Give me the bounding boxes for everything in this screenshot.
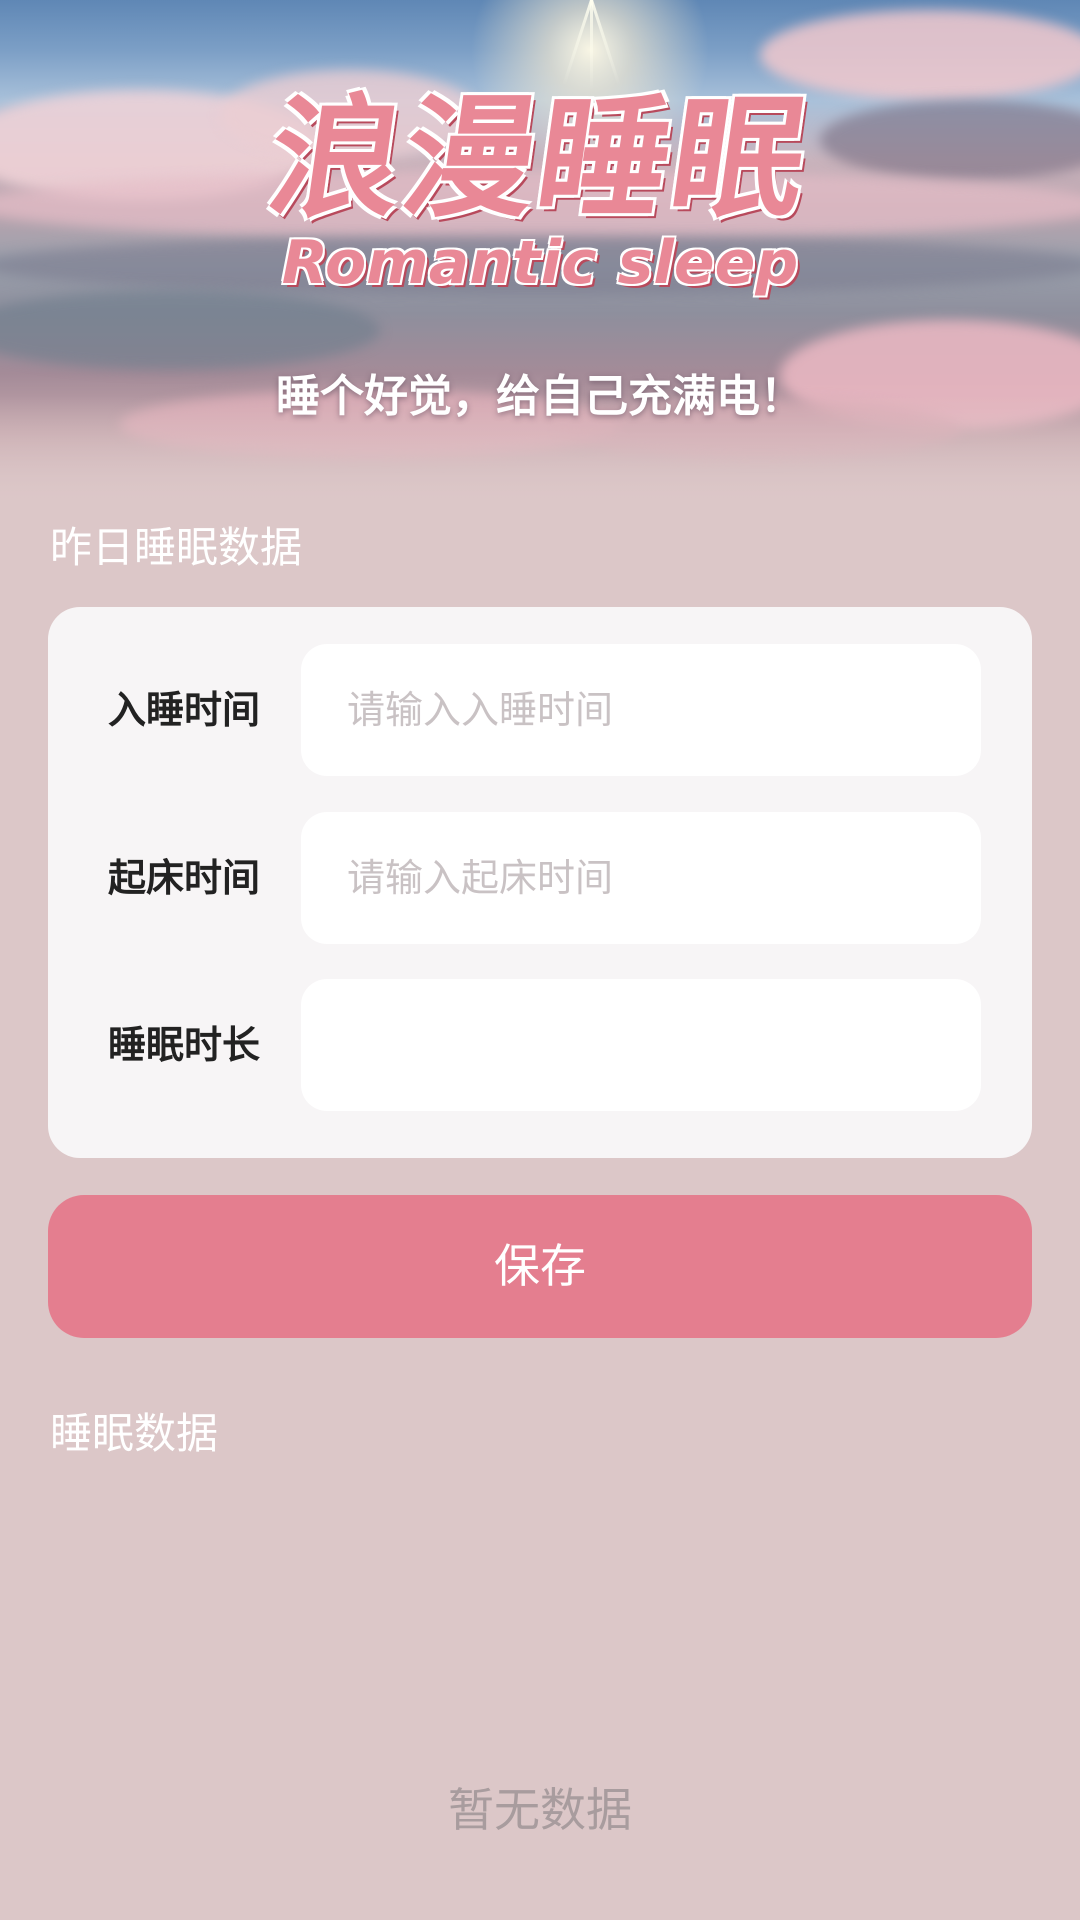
wake-time-input[interactable] — [301, 812, 981, 944]
wake-time-label: 起床时间 — [108, 856, 261, 900]
app-page: 浪漫睡眠 Romantic sleep 睡个好觉，给自己充满电！ 昨日睡眠数据 … — [0, 0, 1080, 1920]
slogan-text: 睡个好觉，给自己充满电！ — [276, 371, 804, 422]
sleep-duration-input[interactable] — [301, 979, 981, 1111]
sleep-form-card: 入睡时间 起床时间 睡眠时长 — [48, 607, 1032, 1158]
sleep-time-label: 入睡时间 — [108, 688, 261, 732]
hero-banner: 浪漫睡眠 Romantic sleep 睡个好觉，给自己充满电！ — [0, 0, 1080, 505]
empty-state-text: 暂无数据 — [448, 1783, 632, 1837]
wake-time-row: 起床时间 — [48, 812, 1032, 944]
sleep-time-input[interactable] — [301, 644, 981, 776]
yesterday-section-title: 昨日睡眠数据 — [50, 523, 303, 572]
app-title: 浪漫睡眠 — [259, 82, 818, 236]
sleep-duration-label: 睡眠时长 — [108, 1023, 261, 1067]
save-button[interactable]: 保存 — [48, 1195, 1032, 1338]
cloud — [0, 290, 380, 370]
app-subtitle: Romantic sleep — [281, 228, 799, 298]
sleep-time-row: 入睡时间 — [48, 644, 1032, 776]
sleep-data-section-title: 睡眠数据 — [50, 1409, 219, 1458]
sleep-duration-row: 睡眠时长 — [48, 979, 1032, 1111]
